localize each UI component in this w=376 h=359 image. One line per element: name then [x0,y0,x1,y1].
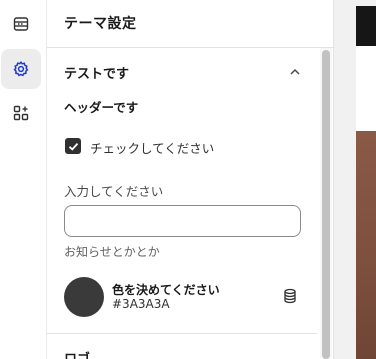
preview-header-bar [356,6,376,46]
divider [47,333,317,334]
section-header[interactable]: テストです [64,63,129,82]
color-swatch[interactable] [64,277,104,317]
input-label: 入力してください [64,184,164,199]
color-picker-label: 色を決めてください [112,283,220,297]
sections-icon [12,15,30,33]
theme-settings-panel: テーマ設定 テストです ヘッダーです チェックしてください 入力してください お… [47,0,333,359]
section-header-logo[interactable]: ロゴ [64,348,90,359]
section-subheading: ヘッダーです [64,100,139,115]
panel-title: テーマ設定 [64,16,137,32]
icon-rail [0,0,47,359]
database-icon[interactable] [282,288,298,308]
apps-add-icon [12,104,30,122]
gear-icon [12,60,30,78]
color-hex-value: #3A3A3A [112,297,170,311]
sections-button[interactable] [1,4,41,44]
checkbox-label[interactable]: チェックしてください [90,138,214,157]
input-help-text: お知らせとかとか [64,245,160,259]
app-embeds-button[interactable] [1,93,41,133]
chevron-up-icon[interactable] [288,64,302,83]
chevron-down-icon[interactable] [288,354,302,359]
text-input[interactable] [64,205,301,237]
scrollbar-thumb[interactable] [322,50,330,359]
checkbox[interactable] [65,138,81,154]
theme-settings-button[interactable] [1,49,41,89]
preview-hero-image [356,131,376,359]
divider [47,47,333,48]
